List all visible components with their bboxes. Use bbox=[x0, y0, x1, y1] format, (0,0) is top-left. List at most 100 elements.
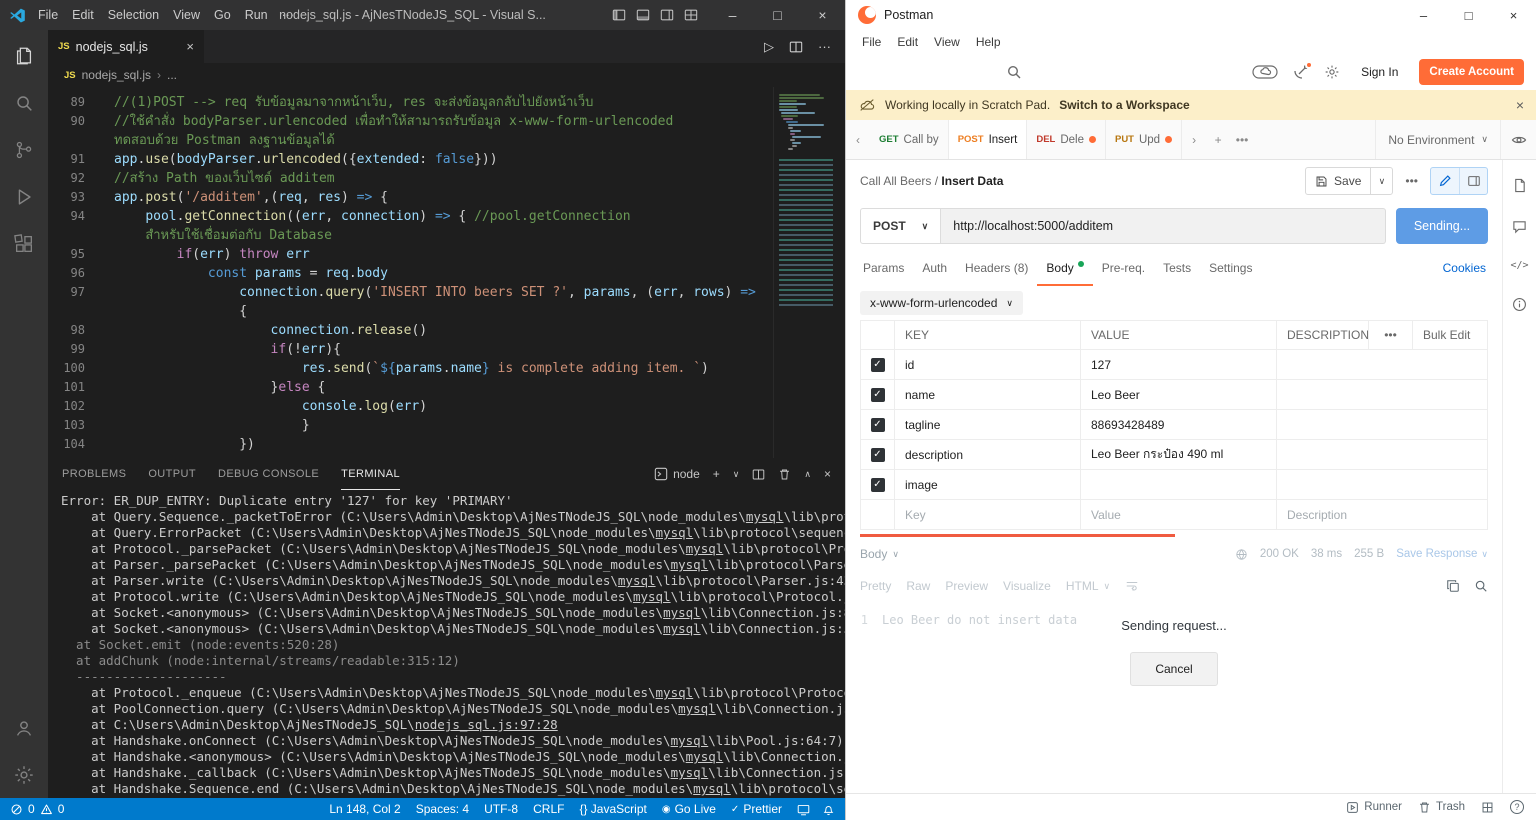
grid-icon[interactable] bbox=[1481, 801, 1494, 814]
request-tab-dele[interactable]: DELDele bbox=[1027, 120, 1106, 159]
close-button[interactable]: × bbox=[1491, 0, 1536, 30]
terminal-link[interactable]: mysql bbox=[671, 557, 709, 572]
environment-preview-button[interactable] bbox=[1500, 120, 1536, 159]
terminal-link[interactable]: mysql bbox=[686, 749, 724, 764]
explorer-icon[interactable] bbox=[0, 32, 48, 79]
key-placeholder[interactable]: Key bbox=[894, 500, 1080, 529]
response-body-section[interactable]: Body bbox=[860, 547, 887, 561]
save-options-caret[interactable]: ∨ bbox=[1370, 168, 1392, 194]
terminal-link[interactable]: mysql bbox=[618, 573, 656, 588]
terminal-link[interactable]: mysql bbox=[671, 733, 709, 748]
status-ln-148-col-2[interactable]: Ln 148, Col 2 bbox=[329, 802, 400, 816]
status--javascript[interactable]: {} JavaScript bbox=[579, 802, 646, 816]
panel-icon[interactable] bbox=[1459, 168, 1487, 194]
wrap-text-icon[interactable] bbox=[1125, 579, 1139, 593]
status-spaces-4[interactable]: Spaces: 4 bbox=[416, 802, 469, 816]
run-debug-icon[interactable] bbox=[0, 173, 48, 220]
param-description-cell[interactable] bbox=[1276, 350, 1488, 379]
menu-edit[interactable]: Edit bbox=[889, 35, 926, 49]
request-section-tab-settings[interactable]: Settings bbox=[1200, 250, 1261, 286]
tabs-scroll-right-icon[interactable]: › bbox=[1182, 120, 1206, 159]
search-response-icon[interactable] bbox=[1474, 579, 1488, 593]
run-icon[interactable]: ▷ bbox=[764, 39, 774, 55]
panel-tab-problems[interactable]: PROBLEMS bbox=[62, 458, 126, 490]
maximize-button[interactable]: □ bbox=[755, 0, 800, 30]
param-checkbox[interactable]: ✓ bbox=[871, 418, 885, 432]
url-input[interactable]: http://localhost:5000/additem bbox=[941, 208, 1386, 244]
edit-icon[interactable] bbox=[1431, 168, 1459, 194]
param-value-cell[interactable]: 88693428489 bbox=[1080, 410, 1276, 439]
request-section-tab-auth[interactable]: Auth bbox=[913, 250, 956, 286]
save-response-button[interactable]: Save Response∨ bbox=[1396, 548, 1488, 560]
bulk-edit-button[interactable]: Bulk Edit bbox=[1412, 321, 1488, 349]
request-section-tab-tests[interactable]: Tests bbox=[1154, 250, 1200, 286]
panel-tab-terminal[interactable]: TERMINAL bbox=[341, 458, 400, 490]
request-more-icon[interactable]: ••• bbox=[1405, 174, 1418, 188]
sign-in-button[interactable]: Sign In bbox=[1355, 61, 1404, 83]
menu-run[interactable]: Run bbox=[238, 8, 275, 22]
documentation-icon[interactable] bbox=[1512, 178, 1527, 193]
environment-select[interactable]: No Environment ∨ bbox=[1375, 120, 1500, 159]
column-options-icon[interactable]: ••• bbox=[1368, 321, 1412, 349]
code-editor[interactable]: 8990 91929394 959697 9899100101102103104… bbox=[48, 87, 845, 458]
toggle-secondary-sidebar-icon[interactable] bbox=[660, 8, 674, 22]
description-placeholder[interactable]: Description bbox=[1276, 500, 1488, 529]
param-key-cell[interactable]: id bbox=[894, 350, 1080, 379]
terminal-link[interactable]: mysql bbox=[656, 685, 694, 700]
menu-help[interactable]: Help bbox=[968, 35, 1009, 49]
close-tab-icon[interactable]: × bbox=[186, 39, 194, 54]
status-utf-8[interactable]: UTF-8 bbox=[484, 802, 518, 816]
tab-options-icon[interactable]: ••• bbox=[1230, 120, 1254, 159]
search-icon[interactable] bbox=[0, 79, 48, 126]
param-key-cell[interactable]: description bbox=[894, 440, 1080, 469]
comment-icon[interactable] bbox=[1512, 219, 1527, 234]
menu-view[interactable]: View bbox=[926, 35, 968, 49]
response-view-visualize[interactable]: Visualize bbox=[1003, 579, 1051, 593]
status-crlf[interactable]: CRLF bbox=[533, 802, 564, 816]
param-description-cell[interactable] bbox=[1276, 470, 1488, 499]
request-section-tab-headers-8-[interactable]: Headers (8) bbox=[956, 250, 1037, 286]
terminal-shell-selector[interactable]: node bbox=[654, 467, 700, 481]
param-value-cell[interactable]: Leo Beer กระป๋อง 490 ml bbox=[1080, 440, 1276, 469]
editor-more-icon[interactable]: ··· bbox=[818, 39, 831, 54]
close-panel-icon[interactable]: × bbox=[824, 467, 831, 481]
menu-more[interactable]: ··· bbox=[275, 8, 302, 22]
terminal-link[interactable]: mysql bbox=[686, 541, 724, 556]
send-button[interactable]: Sending... bbox=[1396, 208, 1488, 244]
minimap[interactable] bbox=[773, 87, 845, 458]
account-icon[interactable] bbox=[0, 704, 48, 751]
terminal-output[interactable]: Error: ER_DUP_ENTRY: Duplicate entry '12… bbox=[48, 490, 845, 798]
param-placeholder-row[interactable]: Key Value Description bbox=[860, 500, 1488, 530]
request-tab-upd[interactable]: PUTUpd bbox=[1106, 120, 1182, 159]
kill-terminal-icon[interactable] bbox=[778, 468, 791, 481]
code-icon[interactable]: </> bbox=[1510, 260, 1528, 271]
minimize-button[interactable]: – bbox=[1401, 0, 1446, 30]
breadcrumb-file[interactable]: nodejs_sql.js bbox=[82, 68, 151, 82]
terminal-link[interactable]: nodejs_sql.js:97:28 bbox=[415, 717, 558, 732]
param-description-cell[interactable] bbox=[1276, 440, 1488, 469]
request-tab-call-by[interactable]: GETCall by bbox=[870, 120, 949, 159]
param-key-cell[interactable]: name bbox=[894, 380, 1080, 409]
minimize-button[interactable]: – bbox=[710, 0, 755, 30]
response-view-preview[interactable]: Preview bbox=[945, 579, 988, 593]
new-terminal-icon[interactable]: + bbox=[713, 467, 720, 481]
toggle-panel-icon[interactable] bbox=[636, 8, 650, 22]
terminal-link[interactable]: mysql bbox=[671, 765, 709, 780]
breadcrumb-more[interactable]: ... bbox=[167, 68, 177, 82]
terminal-link[interactable]: mysql bbox=[678, 701, 716, 716]
cast-icon[interactable] bbox=[797, 803, 810, 816]
param-key-cell[interactable]: tagline bbox=[894, 410, 1080, 439]
help-icon[interactable]: ? bbox=[1510, 800, 1524, 814]
param-value-cell[interactable]: 127 bbox=[1080, 350, 1276, 379]
editor-tab-nodejs-sql[interactable]: JS nodejs_sql.js × bbox=[48, 30, 204, 63]
collection-name[interactable]: Call All Beers bbox=[860, 174, 931, 188]
maximize-panel-icon[interactable]: ∧ bbox=[804, 469, 811, 480]
copy-icon[interactable] bbox=[1446, 579, 1460, 593]
search-icon[interactable] bbox=[1006, 64, 1022, 80]
panel-tab-debug-console[interactable]: DEBUG CONSOLE bbox=[218, 458, 319, 490]
switch-workspace-link[interactable]: Switch to a Workspace bbox=[1059, 98, 1189, 112]
request-section-tab-params[interactable]: Params bbox=[854, 250, 913, 286]
menu-selection[interactable]: Selection bbox=[101, 8, 166, 22]
close-button[interactable]: × bbox=[800, 0, 845, 30]
param-value-cell[interactable]: Leo Beer bbox=[1080, 380, 1276, 409]
